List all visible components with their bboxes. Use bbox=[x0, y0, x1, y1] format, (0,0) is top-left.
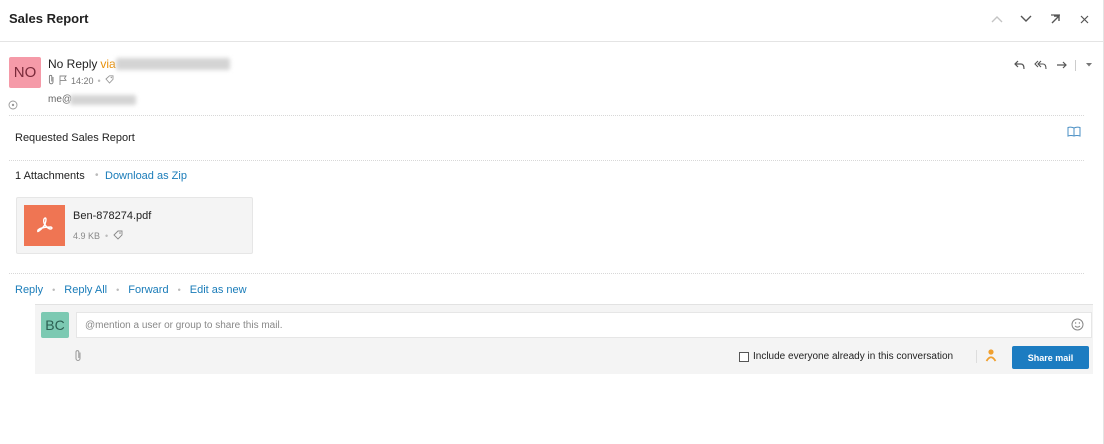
person-icon[interactable] bbox=[985, 348, 997, 362]
forward-icon[interactable] bbox=[1054, 58, 1070, 72]
include-everyone-checkbox[interactable] bbox=[739, 351, 749, 362]
details-toggle-icon[interactable] bbox=[8, 97, 18, 110]
divider bbox=[976, 350, 977, 363]
paperclip-icon bbox=[48, 74, 55, 87]
pdf-file-icon bbox=[24, 205, 65, 246]
separator-dot: • bbox=[95, 170, 99, 181]
mail-body: Requested Sales Report bbox=[15, 132, 135, 144]
separator-dot: • bbox=[97, 75, 101, 86]
more-options-icon[interactable] bbox=[1081, 58, 1097, 72]
chevron-down-icon[interactable] bbox=[1016, 10, 1036, 28]
header-bar bbox=[0, 0, 1104, 42]
reading-mode-icon[interactable] bbox=[1067, 124, 1083, 137]
close-icon[interactable] bbox=[1074, 10, 1094, 28]
divider bbox=[9, 273, 1084, 274]
share-mail-button[interactable]: Share mail bbox=[1012, 346, 1089, 369]
user-avatar: BC bbox=[41, 312, 69, 338]
flag-icon[interactable] bbox=[59, 75, 67, 87]
separator-dot: • bbox=[116, 285, 120, 295]
attachment-size: 4.9 KB bbox=[73, 231, 101, 241]
message-meta: 14:20 • bbox=[48, 74, 114, 87]
edit-as-new-link[interactable]: Edit as new bbox=[190, 284, 247, 296]
attachments-count: 1 Attachments bbox=[15, 170, 85, 182]
forward-link[interactable]: Forward bbox=[128, 284, 168, 296]
separator-dot: • bbox=[52, 285, 56, 295]
attachment-filename[interactable]: Ben-878274.pdf bbox=[73, 210, 151, 222]
separator-dot: • bbox=[177, 285, 181, 295]
mention-input[interactable] bbox=[76, 312, 1092, 338]
mail-subject-title: Sales Report bbox=[9, 11, 89, 26]
separator-dot: • bbox=[105, 231, 109, 241]
reply-icon[interactable] bbox=[1012, 58, 1028, 72]
emoji-icon[interactable] bbox=[1071, 318, 1084, 331]
reply-link[interactable]: Reply bbox=[15, 284, 43, 296]
message-time: 14:20 bbox=[71, 75, 94, 86]
via-label: via bbox=[100, 57, 116, 71]
reply-all-link[interactable]: Reply All bbox=[64, 284, 107, 296]
redacted-sender-address bbox=[116, 58, 230, 70]
chevron-up-icon[interactable] bbox=[987, 10, 1007, 28]
mail-actions: Reply • Reply All • Forward • Edit as ne… bbox=[15, 284, 247, 296]
sender-name[interactable]: No Reply bbox=[48, 57, 97, 71]
divider bbox=[9, 160, 1084, 161]
tag-icon[interactable] bbox=[105, 75, 114, 86]
sender-line: No Reply via bbox=[48, 57, 116, 71]
reply-all-icon[interactable] bbox=[1033, 58, 1049, 72]
include-everyone-option[interactable]: Include everyone already in this convers… bbox=[739, 351, 953, 362]
tag-icon[interactable] bbox=[113, 230, 123, 242]
divider bbox=[1075, 59, 1076, 71]
quick-actions bbox=[1012, 58, 1097, 72]
attachment-meta: 4.9 KB • bbox=[73, 230, 123, 242]
redacted-recipient bbox=[70, 95, 136, 105]
sender-avatar[interactable]: NO bbox=[9, 57, 41, 88]
divider bbox=[9, 115, 1084, 116]
download-zip-link[interactable]: Download as Zip bbox=[105, 170, 187, 182]
popout-icon[interactable] bbox=[1045, 10, 1065, 28]
attach-icon[interactable] bbox=[74, 349, 84, 363]
recipient: me@ bbox=[48, 94, 73, 105]
include-everyone-label: Include everyone already in this convers… bbox=[753, 351, 954, 362]
